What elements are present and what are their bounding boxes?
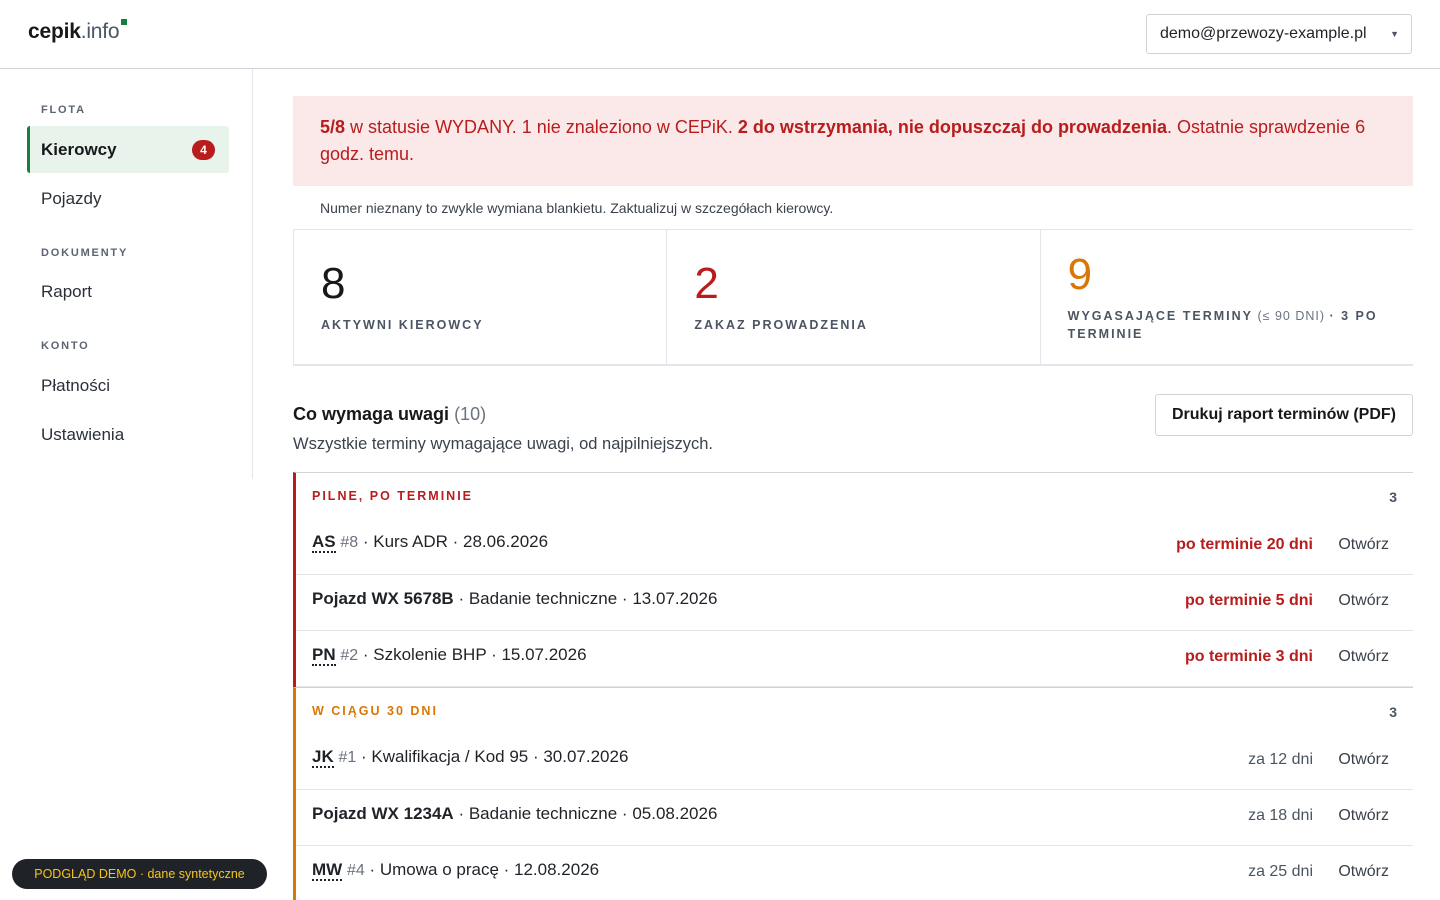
list-item[interactable]: AS #8 · Kurs ADR · 28.06.2026 po termini… [296,521,1413,575]
stat-driving-ban[interactable]: 2 ZAKAZ PROWADZENIA [667,230,1041,364]
sidebar-item-label: Kierowcy [41,139,117,159]
print-pdf-report-button[interactable]: Drukuj raport terminów (PDF) [1155,394,1413,436]
list-item[interactable]: PN #2 · Szkolenie BHP · 15.07.2026 po te… [296,631,1413,687]
stat-value: 8 [321,259,346,308]
open-link[interactable]: Otwórz [1338,648,1389,666]
stat-label-range: (≤ 90 DNI) [1252,309,1330,323]
alert-text: w statusie WYDANY. 1 nie znaleziono w CE… [345,117,738,137]
list-item[interactable]: JK #1 · Kwalifikacja / Kod 95 · 30.07.20… [296,736,1413,790]
group-title: PILNE, PO TERMINIE [312,489,474,503]
driver-initials[interactable]: AS [312,532,336,553]
hint-text: Numer nieznany to zwykle wymiana blankie… [293,186,1413,230]
driver-number: #8 [340,534,359,551]
item-detail: · Badanie techniczne · 13.07.2026 [453,589,718,608]
sidebar-item-label: Płatności [41,375,110,395]
item-detail: · Kwalifikacja / Kod 95 · 30.07.2026 [356,747,629,766]
attention-header: Co wymaga uwagi (10) Wszystkie terminy w… [293,366,1413,472]
stat-value: 2 [694,259,719,308]
stat-expiring-terms[interactable]: 9 WYGASAJĄCE TERMINY (≤ 90 DNI) · 3 PO T… [1041,230,1413,364]
open-link[interactable]: Otwórz [1338,592,1389,610]
chevron-down-icon: ▼ [1390,29,1399,39]
group-within-30-days: W CIĄGU 30 DNI 3 JK #1 · Kwalifikacja / … [293,687,1413,900]
group-count: 3 [1389,489,1397,505]
open-link[interactable]: Otwórz [1338,751,1389,769]
alert-count: 5/8 [320,117,346,137]
driver-number: #2 [340,647,359,664]
sidebar-section-flota: FLOTA [41,104,86,116]
account-menu-button[interactable]: demo@przewozy-example.pl ▼ [1146,14,1412,54]
stat-label-main: WYGASAJĄCE TERMINY [1067,309,1253,323]
sidebar-item-pojazdy[interactable]: Pojazdy [27,175,229,222]
section-title-text: Co wymaga uwagi [293,404,450,424]
item-description: PN #2 · Szkolenie BHP · 15.07.2026 [312,645,587,666]
sidebar-section-konto: KONTO [41,340,90,352]
sidebar-item-label: Raport [41,281,93,301]
top-bar: cepik.info demo@przewozy-example.pl ▼ [0,0,1440,69]
item-detail: · Umowa o pracę · 12.08.2026 [364,860,600,879]
group-overdue: PILNE, PO TERMINIE 3 AS #8 · Kurs ADR · … [293,472,1413,687]
sidebar-item-label: Ustawienia [41,424,125,444]
list-item[interactable]: Pojazd WX 1234A · Badanie techniczne · 0… [296,790,1413,846]
status-alert: 5/8 w statusie WYDANY. 1 nie znaleziono … [293,96,1413,186]
item-detail: · Szkolenie BHP · 15.07.2026 [358,645,587,664]
sidebar: FLOTA Kierowcy 4 Pojazdy DOKUMENTY Rapor… [0,69,253,479]
logo-mark-icon [121,19,128,25]
alert-warning: 2 do wstrzymania, nie dopuszczaj do prow… [737,117,1167,137]
section-subtitle: Wszystkie terminy wymagające uwagi, od n… [293,435,713,453]
account-email: demo@przewozy-example.pl [1160,25,1367,42]
group-title: W CIĄGU 30 DNI [312,704,438,718]
group-count: 3 [1389,704,1397,720]
stat-active-drivers[interactable]: 8 AKTYWNI KIEROWCY [294,230,668,364]
logo[interactable]: cepik.info [28,19,128,44]
due-status: za 18 dni [1248,807,1313,824]
section-title: Co wymaga uwagi (10) [293,404,486,425]
due-status: za 25 dni [1248,863,1313,880]
sidebar-item-label: Pojazdy [41,188,102,208]
item-description: Pojazd WX 5678B · Badanie techniczne · 1… [312,589,717,609]
stat-label: AKTYWNI KIEROWCY [321,318,484,332]
driver-initials[interactable]: JK [312,747,334,768]
driver-number: #1 [338,749,357,766]
driver-initials[interactable]: PN [312,645,336,666]
stat-label: ZAKAZ PROWADZENIA [694,318,868,332]
item-description: AS #8 · Kurs ADR · 28.06.2026 [312,532,549,553]
item-description: JK #1 · Kwalifikacja / Kod 95 · 30.07.20… [312,747,629,768]
count-badge: 4 [192,140,215,160]
stats-row: 8 AKTYWNI KIEROWCY 2 ZAKAZ PROWADZENIA 9… [293,230,1413,366]
list-item[interactable]: Pojazd WX 5678B · Badanie techniczne · 1… [296,575,1413,631]
logo-text-domain: .info [80,20,120,43]
vehicle-name: Pojazd WX 1234A [312,804,454,823]
sidebar-item-raport[interactable]: Raport [27,268,229,315]
stat-value: 9 [1067,250,1093,299]
driver-number: #4 [346,862,365,879]
item-description: MW #4 · Umowa o pracę · 12.08.2026 [312,860,600,881]
due-status: po terminie 3 dni [1184,648,1313,665]
group-header: W CIĄGU 30 DNI 3 [296,688,1413,736]
sidebar-item-kierowcy[interactable]: Kierowcy 4 [27,126,229,173]
open-link[interactable]: Otwórz [1338,807,1389,825]
main-content: 5/8 w statusie WYDANY. 1 nie znaleziono … [293,96,1413,900]
demo-mode-badge: PODGLĄD DEMO · dane syntetyczne [12,859,267,889]
sidebar-item-ustawienia[interactable]: Ustawienia [27,411,229,458]
driver-initials[interactable]: MW [312,860,343,881]
list-item[interactable]: MW #4 · Umowa o pracę · 12.08.2026 za 25… [296,846,1413,900]
open-link[interactable]: Otwórz [1338,863,1389,881]
logo-text-main: cepik [28,20,81,43]
sidebar-item-platnosci[interactable]: Płatności [27,362,229,409]
sidebar-section-dokumenty: DOKUMENTY [41,247,129,259]
open-link[interactable]: Otwórz [1338,536,1389,554]
section-title-count: (10) [454,404,487,424]
item-detail: · Badanie techniczne · 05.08.2026 [453,804,718,823]
item-description: Pojazd WX 1234A · Badanie techniczne · 0… [312,804,717,824]
due-status: za 12 dni [1248,751,1313,768]
group-header: PILNE, PO TERMINIE 3 [296,473,1413,521]
item-detail: · Kurs ADR · 28.06.2026 [358,532,549,551]
due-status: po terminie 5 dni [1184,592,1313,609]
vehicle-name: Pojazd WX 5678B [312,589,454,608]
due-status: po terminie 20 dni [1176,536,1313,553]
stat-label: WYGASAJĄCE TERMINY (≤ 90 DNI) · 3 PO TER… [1068,307,1388,343]
